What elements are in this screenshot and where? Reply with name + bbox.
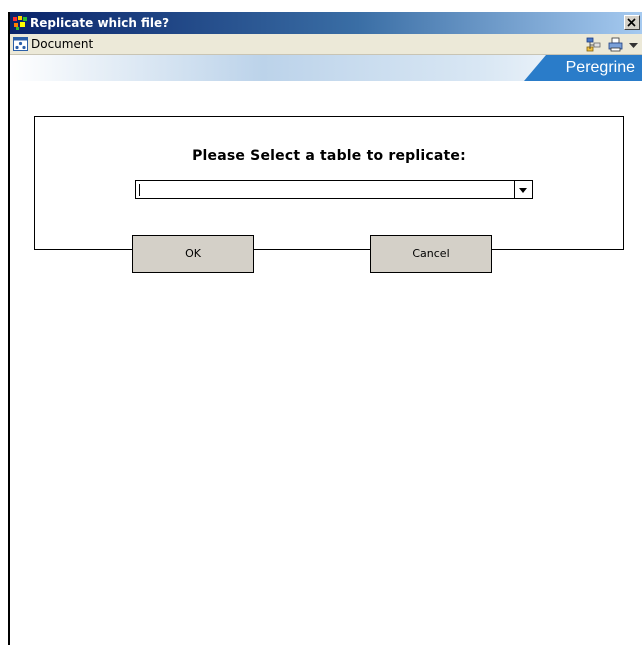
text-caret	[139, 184, 140, 196]
select-prompt: Please Select a table to replicate:	[192, 148, 466, 164]
document-icon	[13, 37, 28, 51]
cancel-button[interactable]: Cancel	[370, 235, 492, 273]
app-icon	[13, 16, 27, 30]
brand-logo-text: Peregrine	[565, 59, 635, 76]
title-bar[interactable]: Replicate which file?	[10, 12, 642, 34]
table-select[interactable]	[135, 180, 533, 199]
dropdown-arrow-icon[interactable]	[628, 37, 639, 52]
replicate-window: Replicate which file? Document Peregrine…	[8, 12, 642, 645]
dialog-panel: Please Select a table to replicate:	[34, 116, 624, 250]
brand-banner: Peregrine	[10, 55, 642, 81]
ok-button[interactable]: OK	[132, 235, 254, 273]
document-label[interactable]: Document	[31, 37, 93, 51]
print-icon[interactable]	[608, 37, 623, 52]
hierarchy-icon[interactable]	[586, 37, 601, 52]
chevron-down-icon[interactable]	[514, 180, 533, 199]
close-icon	[627, 18, 636, 27]
table-select-input[interactable]	[135, 180, 514, 199]
document-toolbar: Document	[10, 34, 642, 55]
close-button[interactable]	[624, 15, 640, 30]
window-title: Replicate which file?	[30, 16, 170, 30]
